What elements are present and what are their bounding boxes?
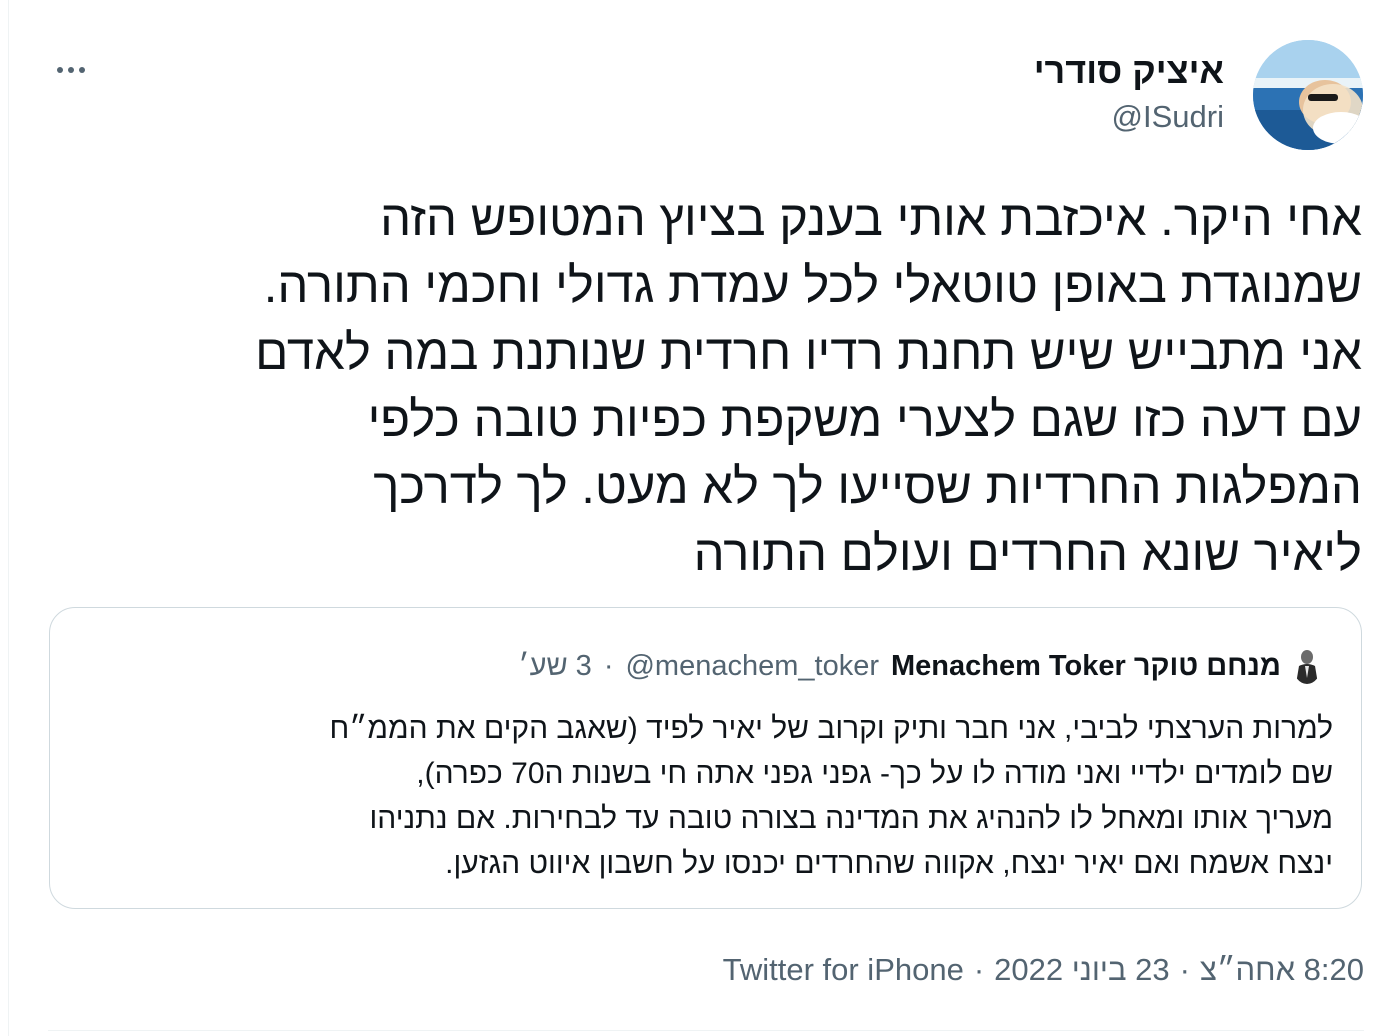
- more-icon-dot: [68, 67, 74, 73]
- tweet-source-link[interactable]: Twitter for iPhone: [723, 952, 964, 988]
- quoted-tweet-header: Menachem Toker מנחם טוקר @menachem_toker…: [518, 648, 1321, 684]
- quoted-avatar-photo-icon: [1296, 650, 1318, 684]
- quoted-text-line: למרות הערצתי לביבי, אני חבר ותיק וקרוב ש…: [329, 712, 1333, 745]
- tweet-text-line: אחי היקר. איכזבת אותי בענק בציוץ המטופש …: [380, 192, 1362, 246]
- more-icon-dot: [79, 67, 85, 73]
- tweet-text-line: שמנוגדת באופן טוטאלי לכל עמדת גדולי וחכמ…: [263, 259, 1362, 313]
- more-options-button[interactable]: [48, 52, 94, 88]
- quoted-meta-separator: ·: [603, 649, 614, 682]
- tweet-date[interactable]: 23 ביוני 2022: [994, 952, 1169, 988]
- tweet-text-line: עם דעה כזו שגם לצערי משקפת כפיות טובה כל…: [367, 393, 1362, 447]
- tweet-metadata: 8:20 אחה״צ · 23 ביוני 2022 · Twitter for…: [723, 952, 1364, 988]
- quoted-author-avatar[interactable]: [1293, 648, 1321, 684]
- quoted-author-handle[interactable]: @menachem_toker: [625, 650, 879, 683]
- tweet-text-line: ליאיר שונא החרדים ועולם התורה: [693, 527, 1362, 581]
- quoted-tweet-text: למרות הערצתי לביבי, אני חבר ותיק וקרוב ש…: [73, 706, 1333, 886]
- tweet-text-line: המפלגות החרדיות שסייעו לך לא מעט. לך לדר…: [373, 460, 1362, 514]
- author-name[interactable]: איציק סודרי: [1034, 50, 1224, 92]
- author-handle[interactable]: @ISudri: [1112, 99, 1224, 135]
- avatar-photo-icon: [1253, 40, 1363, 150]
- more-icon-dot: [57, 67, 63, 73]
- quoted-text-line: מעריך אותו ומאחל לו להנהיג את המדינה בצו…: [369, 802, 1333, 835]
- quoted-tweet-time[interactable]: 3 שע׳: [518, 650, 591, 683]
- author-avatar[interactable]: [1253, 40, 1363, 150]
- quoted-text-line: שם לומדים ילדיי ואני מודה לו על כך- גפני…: [416, 757, 1333, 790]
- tweet-timestamp[interactable]: 8:20 אחה״צ: [1200, 952, 1364, 988]
- meta-separator: ·: [1179, 952, 1190, 987]
- tweet-text-line: אני מתבייש שיש תחנת רדיו חרדית שנותנת במ…: [255, 326, 1362, 380]
- quoted-tweet-card[interactable]: Menachem Toker מנחם טוקר @menachem_toker…: [49, 607, 1362, 909]
- quoted-author-name[interactable]: Menachem Toker מנחם טוקר: [891, 650, 1281, 683]
- quoted-text-line: ינצח אשמח ואם יאיר ינצח, אקווה שהחרדים י…: [445, 847, 1333, 880]
- divider: [48, 1030, 1364, 1031]
- meta-separator: ·: [973, 952, 985, 987]
- tweet-text: אחי היקר. איכזבת אותי בענק בציוץ המטופש …: [42, 186, 1362, 588]
